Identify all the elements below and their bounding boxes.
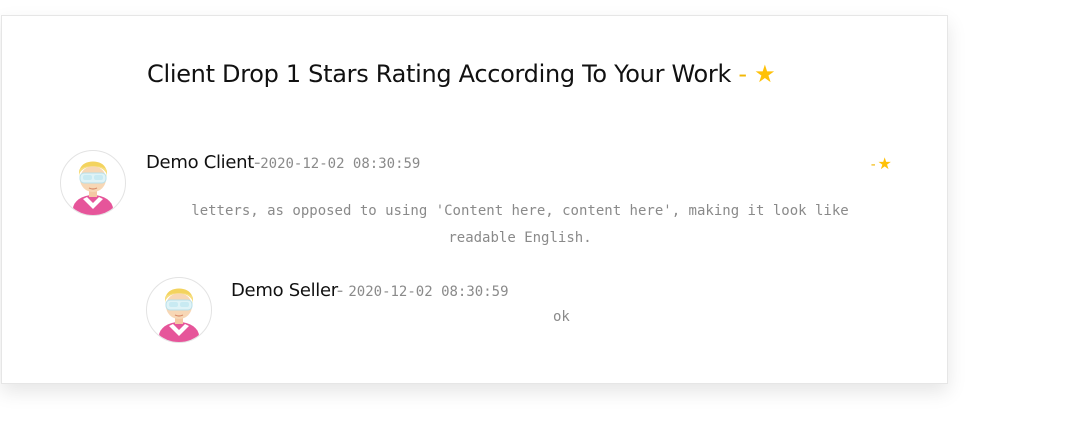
user-avatar-icon xyxy=(73,161,113,215)
star-icon: ★ xyxy=(877,154,892,173)
client-rating: -★ xyxy=(869,154,892,173)
client-name: Demo Client xyxy=(146,152,255,173)
client-comment-header: Demo Client-2020-12-02 08:30:59 xyxy=(146,152,420,173)
client-comment-date: 2020-12-02 08:30:59 xyxy=(260,156,421,172)
client-avatar xyxy=(60,150,126,216)
user-avatar-icon xyxy=(159,288,199,342)
seller-avatar xyxy=(146,277,212,343)
review-title-separator: - xyxy=(738,60,747,88)
star-icon: ★ xyxy=(754,60,776,88)
seller-reply-date: 2020-12-02 08:30:59 xyxy=(348,284,509,300)
review-card: Client Drop 1 Stars Rating According To … xyxy=(1,15,948,384)
review-title: Client Drop 1 Stars Rating According To … xyxy=(147,60,776,88)
seller-name: Demo Seller xyxy=(231,280,337,301)
client-comment-text: letters, as opposed to using 'Content he… xyxy=(191,203,849,246)
seller-separator: - xyxy=(336,280,344,301)
seller-reply-header: Demo Seller- 2020-12-02 08:30:59 xyxy=(231,280,509,301)
client-rating-separator: - xyxy=(869,157,878,173)
review-title-text: Client Drop 1 Stars Rating According To … xyxy=(147,60,732,88)
seller-reply-text: ok xyxy=(553,309,570,325)
